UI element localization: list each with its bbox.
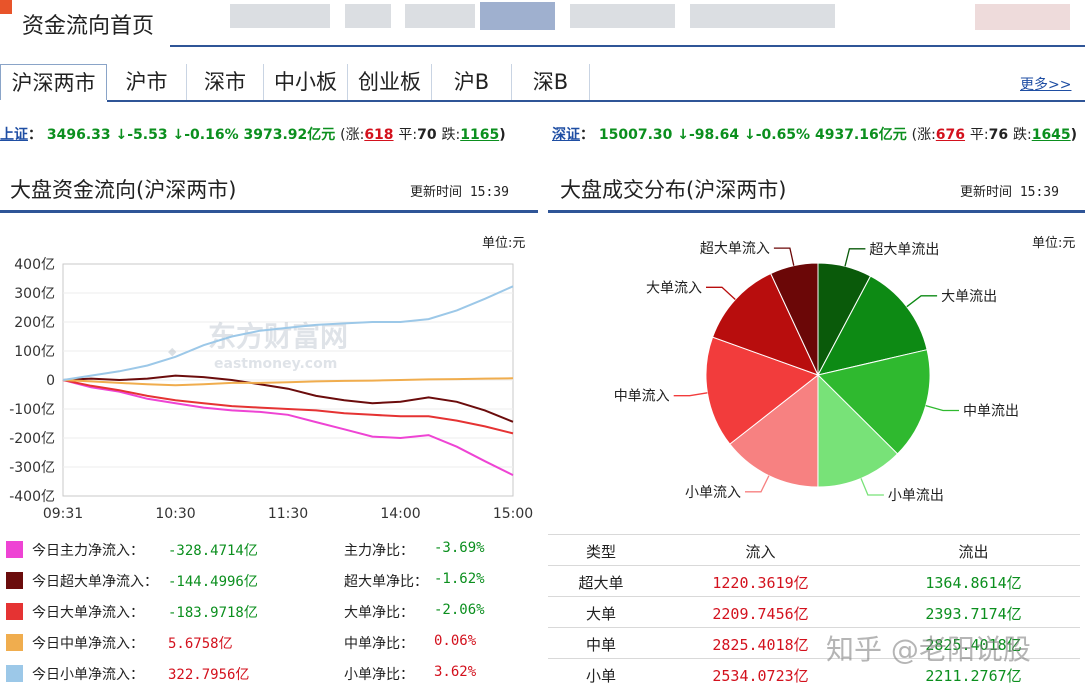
x-tick-label: 11:30	[268, 506, 308, 522]
y-tick-label: -300亿	[9, 460, 55, 476]
y-tick-label: 100亿	[14, 344, 55, 360]
right-panel-divider	[548, 210, 1085, 213]
sh-index-value: 3496.33	[46, 127, 111, 143]
table-row: 超大单 1220.3619亿 1364.8614亿	[548, 565, 1080, 596]
sz-market-summary: 深证： 15007.30 ↓-98.64 ↓-0.65% 4937.16亿元 (…	[552, 127, 1078, 143]
tab-zhongxiaoban[interactable]: 中小板	[264, 64, 348, 100]
pie-label-line	[860, 478, 884, 496]
sz-down-count[interactable]: 1645	[1032, 127, 1071, 143]
sz-up-count[interactable]: 676	[936, 127, 965, 143]
pie-label: 超大单流入	[700, 241, 770, 257]
header-accent	[0, 0, 12, 14]
sh-market-summary: 上证： 3496.33 ↓-5.53 ↓-0.16% 3973.92亿元 (涨:…	[0, 127, 506, 143]
left-panel-title: 大盘资金流向(沪深两市)	[10, 178, 237, 202]
pie-label: 大单流出	[941, 289, 997, 305]
y-tick-label: -100亿	[9, 402, 55, 418]
sz-change: ↓-98.64	[677, 127, 740, 143]
pie-label: 中单流出	[963, 404, 1019, 420]
tab-hushen[interactable]: 沪深两市	[0, 64, 107, 100]
x-tick-label: 15:00	[493, 506, 533, 522]
pie-label-line	[706, 286, 736, 300]
table-row: 大单 2209.7456亿 2393.7174亿	[548, 596, 1080, 627]
pie-label-line	[673, 392, 708, 397]
blurred-nav	[480, 2, 555, 30]
pie-label: 小单流入	[685, 485, 741, 501]
legend-swatch	[6, 572, 23, 589]
trade-distribution-pie-chart: 超大单流出大单流出中单流出小单流出 小单流入 中单流入 大单流入 超大单流入	[614, 241, 1019, 504]
blurred-nav	[570, 4, 675, 28]
pie-label-line	[844, 248, 866, 267]
blurred-nav	[345, 4, 391, 28]
watermark-en: eastmoney.com	[214, 356, 337, 372]
blurred-nav	[230, 4, 330, 28]
right-panel-title: 大盘成交分布(沪深两市)	[560, 178, 787, 202]
legend-swatch	[6, 634, 23, 651]
left-panel-divider	[0, 210, 538, 213]
x-tick-label: 14:00	[380, 506, 420, 522]
left-unit-label: 单位:元	[482, 236, 526, 251]
left-panel-update: 更新时间 15:39	[410, 185, 509, 200]
table-header: 类型 流入 流出	[548, 534, 1080, 565]
blurred-nav	[690, 4, 835, 28]
pie-label: 超大单流出	[869, 242, 939, 258]
sz-amount: 4937.16亿元	[814, 127, 907, 143]
sh-down-count[interactable]: 1165	[460, 127, 499, 143]
sh-index-link[interactable]: 上证	[0, 127, 28, 143]
sz-change-pct: ↓-0.65%	[743, 127, 811, 143]
y-tick-label: 400亿	[14, 257, 55, 273]
sz-index-value: 15007.30	[598, 127, 673, 143]
y-tick-label: 300亿	[14, 286, 55, 302]
sh-flat-count: 70	[417, 127, 437, 143]
sz-flat-count: 76	[988, 127, 1009, 143]
y-tick-label: -400亿	[9, 489, 55, 505]
sh-up-count[interactable]: 618	[364, 127, 393, 143]
y-tick-label: 200亿	[14, 315, 55, 331]
sz-index-link[interactable]: 深证	[552, 127, 580, 143]
x-tick-label: 10:30	[155, 506, 195, 522]
pie-label: 小单流出	[888, 488, 944, 504]
sh-amount: 3973.92亿元	[243, 127, 336, 143]
more-link[interactable]: 更多>>	[1020, 74, 1071, 94]
x-tick-label: 09:31	[43, 506, 83, 522]
legend-swatch	[6, 603, 23, 620]
tab-shenshi[interactable]: 深市	[187, 64, 264, 100]
page-title: 资金流向首页	[22, 14, 155, 39]
right-panel-update: 更新时间 15:39	[960, 185, 1059, 200]
zhihu-watermark: 知乎 @老阳说股	[826, 633, 1031, 666]
blurred-nav	[405, 4, 475, 28]
tab-hushi[interactable]: 沪市	[107, 64, 187, 100]
tab-chuangyeban[interactable]: 创业板	[348, 64, 432, 100]
legend-swatch	[6, 541, 23, 558]
tab-shen-b[interactable]: 深B	[512, 64, 590, 100]
pie-label-line	[906, 295, 938, 308]
tab-hu-b[interactable]: 沪B	[432, 64, 512, 100]
y-tick-label: 0	[46, 373, 55, 389]
pie-label-line	[773, 247, 795, 266]
pie-label-line	[925, 404, 959, 412]
y-tick-label: -200亿	[9, 431, 55, 447]
pie-label: 大单流入	[646, 280, 702, 296]
legend-swatch	[6, 665, 23, 682]
fund-flow-line-chart: ◆ 东方财富网 eastmoney.com 400亿300亿200亿100亿0-…	[9, 257, 533, 522]
header-underline	[170, 45, 1085, 47]
pie-label-line	[745, 475, 770, 493]
blurred-nav	[975, 4, 1070, 30]
sh-change: ↓-5.53	[115, 127, 168, 143]
pie-label: 中单流入	[614, 389, 670, 405]
sh-change-pct: ↓-0.16%	[172, 127, 239, 143]
tabs-underline	[107, 100, 1085, 102]
